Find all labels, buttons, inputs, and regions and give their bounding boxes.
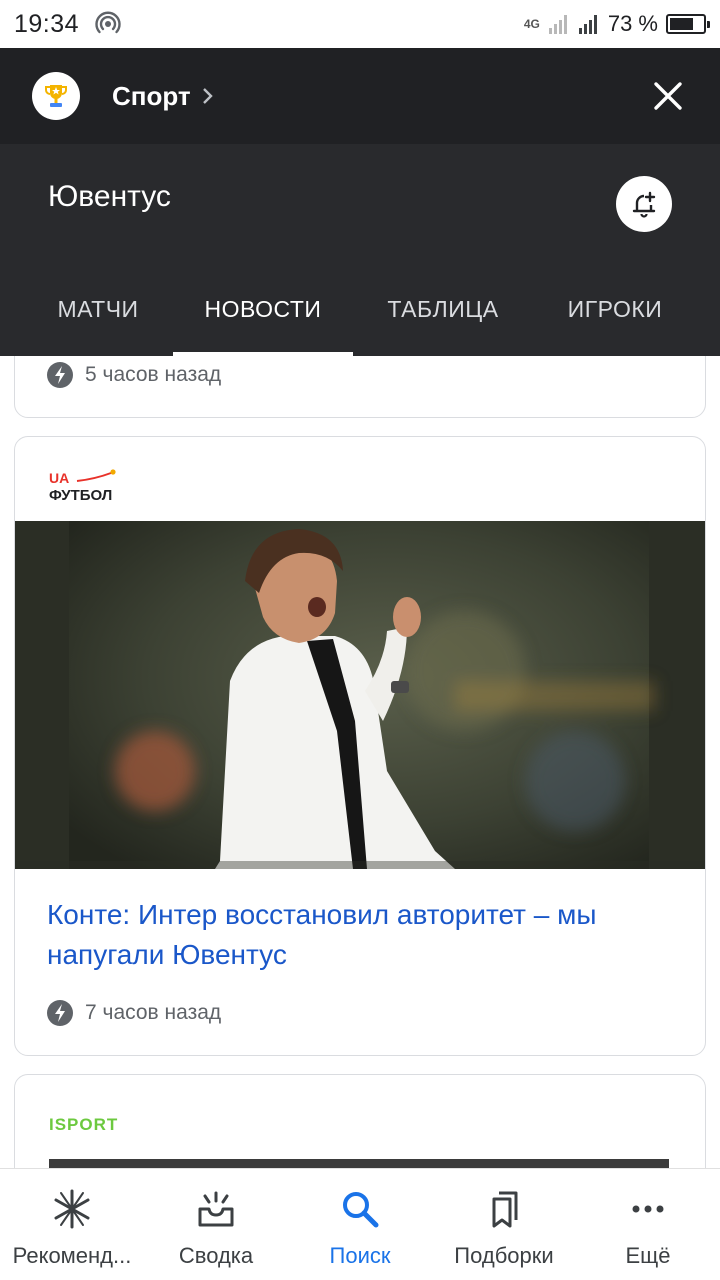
bookmarks-icon: [482, 1187, 526, 1231]
nav-label: Поиск: [329, 1243, 391, 1268]
news-card[interactable]: ISPORT: [14, 1074, 706, 1168]
nav-label: Рекоменд...: [12, 1243, 132, 1268]
top-app-bar: Спорт: [0, 48, 720, 144]
nav-search[interactable]: Поиск: [288, 1169, 432, 1280]
status-bar: 19:34 4G 73 %: [0, 0, 720, 48]
breadcrumb-sport[interactable]: Спорт: [112, 81, 215, 112]
search-icon: [338, 1187, 382, 1231]
source-logo-isport: ISPORT: [47, 1111, 157, 1140]
signal-icon-sim1: [548, 15, 567, 34]
bottom-navigation: Рекоменд... Сводка Поиск Подборки Ещё: [0, 1168, 720, 1280]
status-time: 19:34: [14, 9, 80, 38]
chevron-right-icon: [202, 88, 213, 104]
svg-text:ISPORT: ISPORT: [49, 1115, 118, 1134]
news-feed[interactable]: 5 часов назад UA ФУТБОЛ Конте: Интер вос…: [0, 356, 720, 1168]
news-photo: [15, 521, 705, 869]
nav-more[interactable]: Ещё: [576, 1169, 720, 1280]
team-header: Ювентус МАТЧИ НОВОСТИ ТАБЛИЦА ИГРОКИ: [0, 144, 720, 356]
battery-percent: 73 %: [607, 11, 658, 36]
nav-summary[interactable]: Сводка: [144, 1169, 288, 1280]
nav-label: Сводка: [178, 1243, 254, 1268]
time-ago: 5 часов назад: [85, 363, 222, 386]
svg-text:ФУТБОЛ: ФУТБОЛ: [49, 487, 112, 504]
source-logo-uafootball: UA ФУТБОЛ: [47, 469, 121, 510]
breadcrumb-label: Спорт: [112, 80, 191, 111]
card-meta: 5 часов назад: [47, 362, 221, 388]
news-card[interactable]: UA ФУТБОЛ Конте: Интер восстановил автор…: [14, 436, 706, 1056]
battery-icon: [666, 14, 710, 34]
card-meta: 7 часов назад: [47, 1000, 221, 1026]
tab-players[interactable]: ИГРОКИ: [533, 278, 697, 356]
tab-news[interactable]: НОВОСТИ: [173, 278, 353, 356]
nav-label: Подборки: [454, 1243, 554, 1268]
nav-label: Ещё: [625, 1243, 671, 1268]
nav-collections[interactable]: Подборки: [432, 1169, 576, 1280]
svg-text:UA: UA: [49, 470, 69, 486]
hotspot-icon: [95, 11, 121, 34]
tab-bar: МАТЧИ НОВОСТИ ТАБЛИЦА ИГРОКИ: [0, 278, 720, 356]
time-ago: 7 часов назад: [85, 1001, 222, 1024]
nav-recommendations[interactable]: Рекоменд...: [0, 1169, 144, 1280]
bell-plus-icon: [632, 191, 656, 218]
more-icon: [626, 1187, 670, 1231]
inbox-icon: [194, 1187, 238, 1231]
asterisk-icon: [50, 1187, 94, 1231]
news-headline-link[interactable]: Конте: Интер восстановил авторитет – мы …: [47, 895, 665, 975]
follow-notifications-button[interactable]: [616, 176, 672, 232]
signal-icon-sim2: [578, 15, 597, 34]
close-button[interactable]: [648, 76, 688, 116]
lightning-icon: [47, 362, 73, 388]
lightning-icon: [47, 1000, 73, 1026]
close-icon: [654, 82, 682, 110]
team-title: Ювентус: [48, 180, 171, 213]
news-card[interactable]: 5 часов назад: [14, 356, 706, 418]
tab-table[interactable]: ТАБЛИЦА: [353, 278, 533, 356]
trophy-icon: [32, 72, 80, 120]
tab-matches[interactable]: МАТЧИ: [0, 278, 196, 356]
news-photo: [49, 1159, 669, 1168]
network-type: 4G: [523, 16, 540, 31]
